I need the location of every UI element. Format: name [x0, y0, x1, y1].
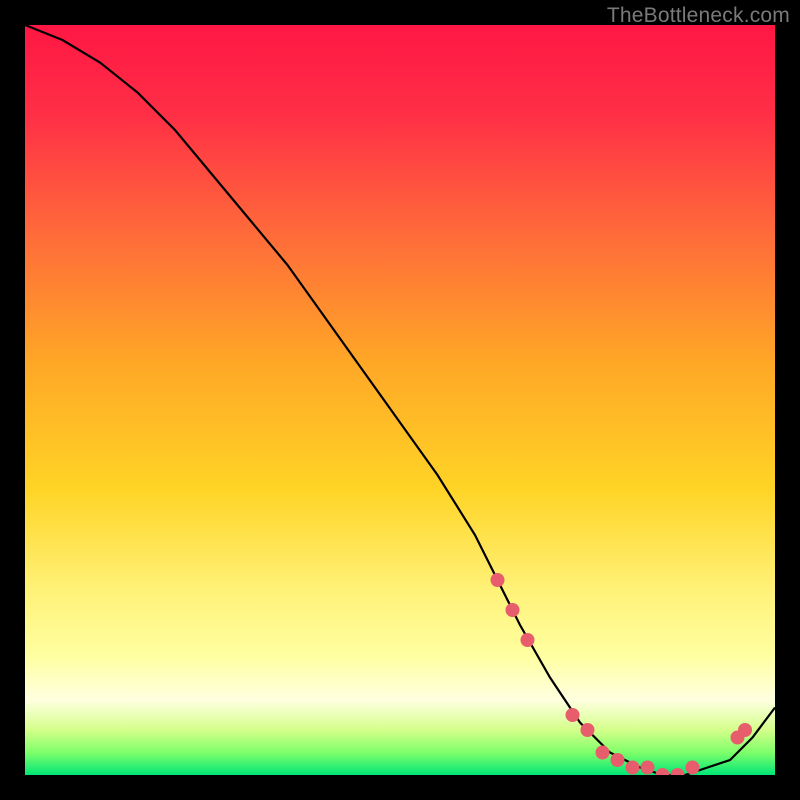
- marker-point: [686, 761, 700, 775]
- marker-point: [596, 746, 610, 760]
- marker-point: [521, 633, 535, 647]
- marker-point: [581, 723, 595, 737]
- chart-container: TheBottleneck.com: [0, 0, 800, 800]
- marker-point: [491, 573, 505, 587]
- gradient-background: [25, 25, 775, 775]
- plot-area: [25, 25, 775, 775]
- watermark-text: TheBottleneck.com: [607, 4, 790, 28]
- marker-point: [738, 723, 752, 737]
- marker-point: [611, 753, 625, 767]
- marker-point: [566, 708, 580, 722]
- marker-point: [626, 761, 640, 775]
- marker-point: [641, 761, 655, 775]
- chart-svg: [25, 25, 775, 775]
- marker-point: [506, 603, 520, 617]
